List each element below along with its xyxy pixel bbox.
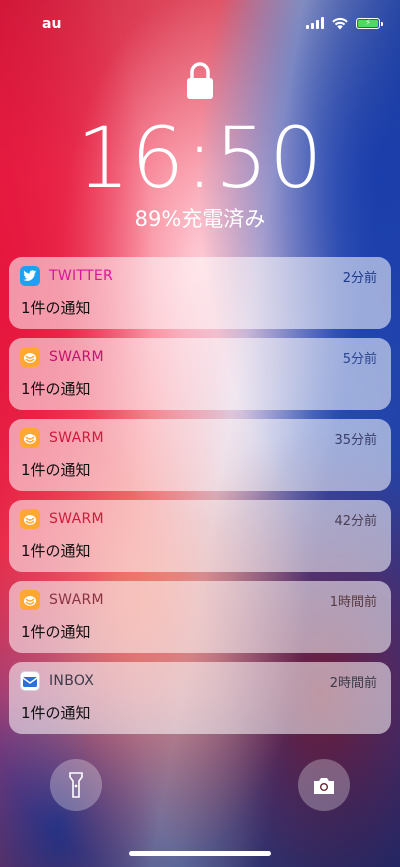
camera-icon [314,777,334,794]
app-name: SWARM [49,511,104,527]
notification-inbox[interactable]: INBOX 2時間前 1件の通知 [9,662,391,734]
notification-time: 2分前 [342,270,377,286]
notification-swarm[interactable]: SWARM 5分前 1件の通知 [9,338,391,410]
notification-swarm[interactable]: SWARM 35分前 1件の通知 [9,419,391,491]
app-name: INBOX [49,673,95,689]
status-bar: au ⚡ [0,14,400,36]
app-name: SWARM [49,349,104,365]
notification-time: 35分前 [334,432,377,448]
notification-time: 5分前 [342,351,377,367]
notification-body: 1件の通知 [21,299,91,317]
lock-screen-time: 16:50 [76,109,324,207]
notification-body: 1件の通知 [21,461,91,479]
app-name: TWITTER [49,268,114,284]
notification-body: 1件の通知 [21,704,91,722]
notification-time: 42分前 [334,513,377,529]
camera-button[interactable] [298,759,350,811]
battery-charging-icon: ⚡ [356,17,383,29]
lock-icon [187,62,213,99]
notification-body: 1件の通知 [21,380,91,398]
notification-swarm[interactable]: SWARM 1時間前 1件の通知 [9,581,391,653]
swarm-bee-icon [20,347,40,367]
home-indicator[interactable] [129,851,271,856]
carrier-label: au [42,16,62,32]
swarm-bee-icon [20,509,40,529]
app-name: SWARM [49,430,104,446]
twitter-bird-icon [20,266,40,286]
flashlight-button[interactable] [50,759,102,811]
notification-time: 1時間前 [329,594,377,610]
app-name: SWARM [49,592,104,608]
notification-twitter[interactable]: TWITTER 2分前 1件の通知 [9,257,391,329]
swarm-bee-icon [20,428,40,448]
notification-swarm[interactable]: SWARM 42分前 1件の通知 [9,500,391,572]
notification-body: 1件の通知 [21,623,91,641]
wifi-icon [332,17,348,30]
status-icons: ⚡ [306,16,383,30]
notification-time: 2時間前 [329,675,377,691]
inbox-envelope-icon [20,671,40,691]
battery-status-text: 89%充電済み [134,207,266,231]
flashlight-icon [69,772,83,798]
swarm-bee-icon [20,590,40,610]
notification-body: 1件の通知 [21,542,91,560]
cellular-signal-icon [306,17,324,29]
